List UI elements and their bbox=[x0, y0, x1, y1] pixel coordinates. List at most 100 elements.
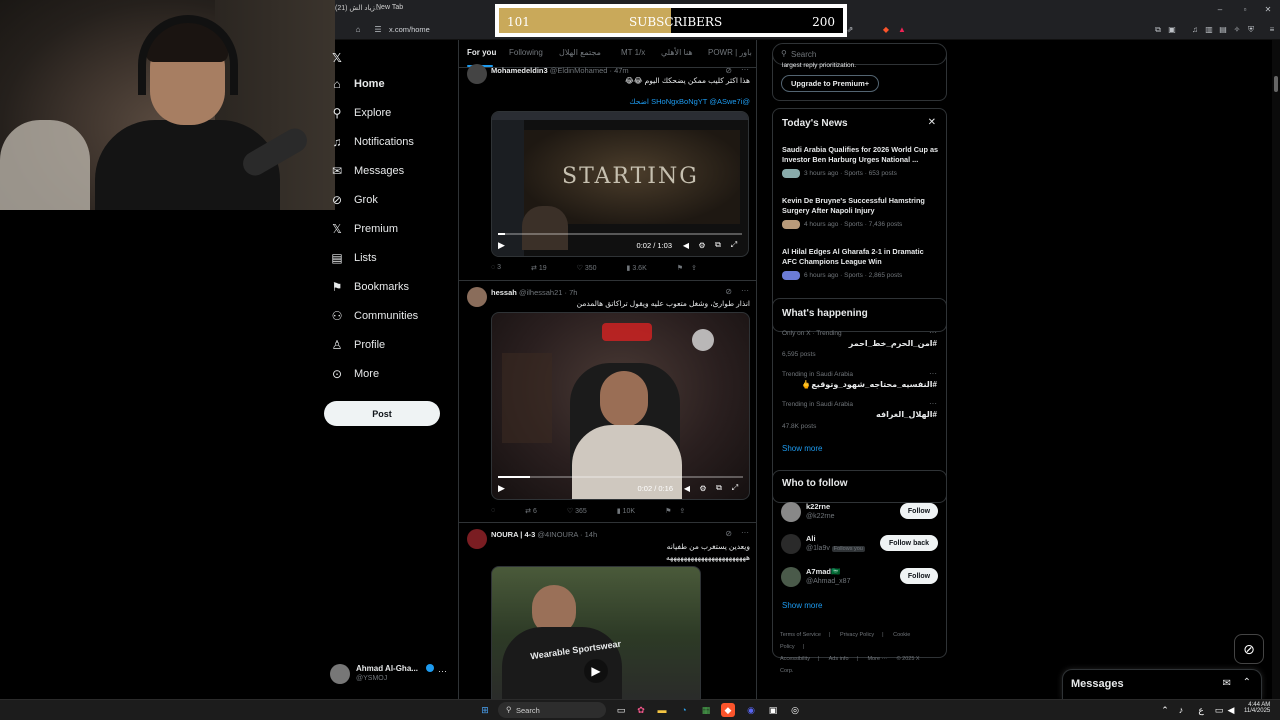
avatar[interactable] bbox=[781, 534, 801, 554]
discord-icon[interactable]: ◉ bbox=[744, 703, 758, 717]
follow-button[interactable]: Follow bbox=[900, 503, 938, 519]
nav-item-more[interactable]: ⊙ More bbox=[330, 363, 379, 385]
brave-icon[interactable]: ◆ bbox=[721, 703, 735, 717]
grok-icon[interactable]: ⊘ bbox=[725, 287, 732, 296]
pip-icon[interactable]: ⧉ bbox=[711, 483, 727, 493]
views-button[interactable]: ▮ 10K bbox=[617, 507, 635, 519]
avatar[interactable] bbox=[781, 502, 801, 522]
nav-item-communities[interactable]: ⚇ Communities bbox=[330, 305, 419, 327]
volume-icon[interactable]: ◀ bbox=[1224, 703, 1238, 717]
brave-rewards-icon[interactable]: ▲ bbox=[897, 25, 907, 35]
new-message-icon[interactable]: ✉ bbox=[1223, 678, 1231, 689]
store-icon[interactable]: ▦ bbox=[699, 703, 713, 717]
brave-shield-icon[interactable]: ◆ bbox=[881, 25, 891, 35]
play-icon[interactable]: ▶ bbox=[584, 659, 608, 683]
post-video[interactable]: Wearable Sportswear ▶ bbox=[491, 566, 701, 706]
trend-tag[interactable]: #النفسيه_محتاجه_شهود_وتوقيع🖕 bbox=[801, 380, 937, 389]
tab-community-4[interactable]: POWR | باور bbox=[708, 48, 752, 57]
grok-fab-icon[interactable]: ⊘ bbox=[1234, 634, 1264, 664]
footer-link[interactable]: Ads info bbox=[829, 656, 849, 662]
post-video[interactable]: STARTING ▶ 0:02 / 1:03 ◀ ⚙ ⧉ ⤢ bbox=[491, 111, 749, 257]
bookmark-icon[interactable]: ⚑ bbox=[677, 264, 683, 276]
show-more-link[interactable]: Show more bbox=[782, 444, 822, 453]
volume-icon[interactable]: ◀ bbox=[679, 484, 695, 493]
nav-item-notifications[interactable]: ♫ Notifications bbox=[330, 131, 414, 153]
close-icon[interactable]: ✕ bbox=[928, 117, 936, 128]
tab-following[interactable]: Following bbox=[509, 48, 543, 57]
tray-expand-icon[interactable]: ⌃ bbox=[1158, 703, 1172, 717]
more-dots-icon[interactable]: ··· bbox=[929, 328, 937, 337]
upgrade-premium-button[interactable]: Upgrade to Premium+ bbox=[781, 75, 880, 92]
follow-button[interactable]: Follow bbox=[900, 568, 938, 584]
footer-link[interactable]: Accessibility bbox=[780, 656, 810, 662]
messages-drawer[interactable]: Messages ✉ ⌃ bbox=[1062, 669, 1262, 699]
follow-back-button[interactable]: Follow back bbox=[880, 535, 938, 551]
grok-icon[interactable]: ⊘ bbox=[725, 529, 732, 538]
tab-community-1[interactable]: مجتمع الهلال bbox=[559, 48, 601, 57]
close-icon[interactable]: ✕ bbox=[1263, 5, 1273, 15]
browser-tab[interactable]: (21) زياد الش... bbox=[335, 4, 381, 12]
x-logo-icon[interactable]: 𝕏 bbox=[330, 47, 354, 69]
minimize-icon[interactable]: – bbox=[1215, 5, 1225, 15]
menu-icon[interactable]: ≡ bbox=[1267, 25, 1277, 35]
maximize-icon[interactable]: ▫ bbox=[1240, 5, 1250, 15]
account-switcher[interactable]: Ahmad Al-Gha... @YSMOJ ··· bbox=[330, 660, 455, 690]
more-dots-icon[interactable]: ··· bbox=[741, 528, 749, 537]
nav-item-home[interactable]: ⌂ Home bbox=[330, 73, 384, 95]
settings-icon[interactable]: ⚙ bbox=[694, 241, 710, 250]
trend-tag[interactable]: #امن_الحرم_خط_احمر bbox=[849, 339, 937, 348]
share-icon[interactable]: ⇪ bbox=[679, 507, 685, 519]
copilot-icon[interactable]: ✿ bbox=[634, 703, 648, 717]
play-icon[interactable]: ▶ bbox=[498, 240, 510, 251]
volume-icon[interactable]: ◀ bbox=[678, 241, 694, 250]
leo-icon[interactable]: ✧ bbox=[1232, 25, 1242, 35]
avatar[interactable] bbox=[781, 567, 801, 587]
repost-button[interactable]: ⇄ 6 bbox=[525, 507, 537, 519]
file-explorer-icon[interactable]: ▬ bbox=[655, 703, 669, 717]
pip-icon[interactable]: ⧉ bbox=[710, 240, 726, 250]
follow-suggestion-name[interactable]: A7mad🇸🇦 bbox=[806, 567, 840, 576]
show-more-link[interactable]: Show more bbox=[782, 601, 822, 610]
footer-link[interactable]: Terms of Service bbox=[780, 632, 821, 638]
nav-item-profile[interactable]: ♙ Profile bbox=[330, 334, 386, 356]
follow-suggestion-name[interactable]: k22rne bbox=[806, 502, 830, 511]
more-dots-icon[interactable]: ··· bbox=[741, 65, 749, 74]
views-button[interactable]: ▮ 3.6K bbox=[627, 264, 647, 276]
bookmark-icon[interactable]: ⚑ bbox=[665, 507, 671, 519]
wallet-icon[interactable]: ▤ bbox=[1218, 25, 1228, 35]
site-info-icon[interactable]: ☰ bbox=[373, 25, 383, 35]
nav-item-bookmarks[interactable]: ⚑ Bookmarks bbox=[330, 276, 409, 298]
tab-for-you[interactable]: For you bbox=[467, 48, 496, 57]
follow-suggestion-name[interactable]: Ali bbox=[806, 534, 816, 543]
footer-link[interactable]: Privacy Policy bbox=[840, 632, 874, 638]
more-dots-icon[interactable]: ··· bbox=[741, 286, 749, 295]
reply-button[interactable]: ◌ 3 bbox=[491, 264, 501, 276]
share-icon[interactable]: ⇪ bbox=[691, 264, 697, 276]
tab-community-2[interactable]: MT 1/x bbox=[621, 48, 645, 57]
extension-icon[interactable]: ⧉ bbox=[1153, 25, 1163, 35]
news-headline[interactable]: Kevin De Bruyne's Successful Hamstring S… bbox=[782, 196, 940, 215]
post-video[interactable]: ▶ 0:02 / 0:16 ◀ ⚙ ⧉ ⤢ bbox=[491, 312, 750, 500]
playlist-icon[interactable]: ♫ bbox=[1190, 25, 1200, 35]
settings-icon[interactable]: ⚙ bbox=[695, 484, 711, 493]
nav-item-messages[interactable]: ✉ Messages bbox=[330, 160, 404, 182]
trend-tag[interactable]: #الهلال_الغرافه bbox=[876, 410, 937, 419]
nav-item-grok[interactable]: ⊘ Grok bbox=[330, 189, 378, 211]
microphone-icon[interactable]: ♪ bbox=[1174, 703, 1188, 717]
expand-icon[interactable]: ⌃ bbox=[1243, 677, 1251, 688]
tab-community-3[interactable]: هنا الأهلي bbox=[661, 48, 693, 57]
app-icon[interactable]: ▣ bbox=[766, 703, 780, 717]
new-tab[interactable]: New Tab bbox=[376, 4, 403, 11]
post[interactable]: Mohamedeldin3 @EldinMohamed · 47m ⊘ ··· … bbox=[459, 64, 756, 281]
news-headline[interactable]: Saudi Arabia Qualifies for 2026 World Cu… bbox=[782, 145, 940, 164]
nav-item-explore[interactable]: ⚲ Explore bbox=[330, 102, 392, 124]
fullscreen-icon[interactable]: ⤢ bbox=[726, 240, 742, 250]
page-scrollbar[interactable] bbox=[1272, 40, 1280, 700]
post-mentions[interactable]: @SHoNgxBoNgYT @ASwe7i اضحك bbox=[629, 97, 750, 106]
more-dots-icon[interactable]: ··· bbox=[929, 399, 937, 408]
more-dots-icon[interactable]: ··· bbox=[929, 369, 937, 378]
bookmark-page-icon[interactable]: ⌂ bbox=[353, 25, 363, 35]
sidebar-icon[interactable]: ▥ bbox=[1204, 25, 1214, 35]
footer-link[interactable]: More ··· bbox=[867, 656, 887, 662]
nav-item-premium[interactable]: 𝕏 Premium bbox=[330, 218, 398, 240]
